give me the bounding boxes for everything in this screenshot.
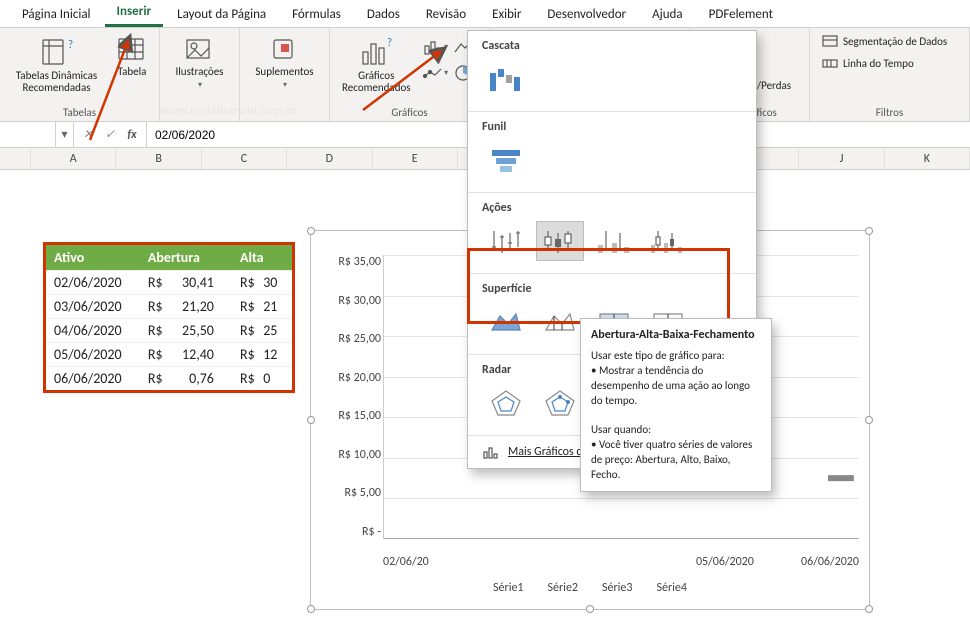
header-abertura: Abertura [140, 245, 232, 271]
table-icon [117, 34, 147, 64]
col-D[interactable]: D [287, 148, 372, 169]
dd-section-cascata: Cascata [468, 31, 756, 59]
group-tabelas-label: Tabelas [8, 104, 151, 119]
timeline-button[interactable]: Linha do Tempo [818, 54, 951, 72]
chart-type-radar-2[interactable] [536, 383, 584, 423]
chart-type-funnel[interactable] [482, 140, 530, 180]
select-all-corner[interactable] [0, 148, 31, 169]
resize-handle[interactable] [307, 416, 315, 424]
tab-revisao[interactable]: Revisão [414, 2, 478, 27]
pivot-recommended-button[interactable]: ? Tabelas Dinâmicas Recomendadas [8, 32, 105, 96]
data-selection-highlight: Ativo Abertura Alta 02/06/2020R$30,41R$ … [43, 242, 295, 393]
fx-icon[interactable]: fx [124, 128, 140, 142]
group-filtros: Segmentação de Dados Linha do Tempo Filt… [810, 28, 970, 121]
tab-inserir[interactable]: Inserir [105, 0, 164, 27]
col-A[interactable]: A [31, 148, 116, 169]
table-row: 06/06/2020R$0,76R$ 0 [46, 367, 292, 391]
tab-desenvolvedor[interactable]: Desenvolvedor [535, 2, 638, 27]
chart-x-axis: 02/06/20 05/06/2020 06/06/2020 [383, 555, 859, 569]
chart-type-stock-ohlc[interactable] [536, 221, 584, 261]
chart-type-radar-1[interactable] [482, 383, 530, 423]
table-label: Tabela [118, 66, 147, 78]
group-graficos: ? Gráficos Recomendados ▾ ▾ ▾ ▾ ▾ ▾ [330, 28, 490, 121]
data-table: Ativo Abertura Alta 02/06/2020R$30,41R$ … [46, 245, 292, 390]
addins-label: Suplementos [255, 66, 313, 78]
charts-recommended-label: Gráficos Recomendados [342, 70, 411, 94]
col-K[interactable]: K [885, 148, 970, 169]
resize-handle[interactable] [865, 605, 873, 613]
name-box-dropdown[interactable]: ▾ [56, 122, 74, 147]
table-button[interactable]: Tabela [113, 32, 151, 80]
illustrations-button[interactable]: Ilustrações ▾ [172, 32, 228, 92]
cancel-formula-icon[interactable]: ✕ [80, 127, 96, 142]
group-ilustracoes: Ilustrações ▾ [160, 28, 240, 121]
group-suplementos: Suplementos ▾ [240, 28, 330, 121]
resize-handle[interactable] [865, 416, 873, 424]
group-graficos-label: Gráficos [338, 104, 481, 119]
svg-text:?: ? [68, 38, 73, 51]
header-ativo: Ativo [46, 245, 140, 271]
svg-text:?: ? [387, 36, 392, 49]
chart-scatter-button[interactable]: ▾ [423, 62, 449, 84]
tab-dados[interactable]: Dados [355, 2, 412, 27]
ribbon-tabs: Página Inicial Inserir Layout da Página … [0, 0, 970, 28]
resize-handle[interactable] [586, 605, 594, 613]
table-row: 03/06/2020R$21,20R$ 21 [46, 295, 292, 319]
tab-ajuda[interactable]: Ajuda [640, 2, 695, 27]
charts-recommended-button[interactable]: ? Gráficos Recomendados [338, 32, 415, 96]
addins-button[interactable]: Suplementos ▾ [251, 32, 317, 92]
charts-recommended-icon: ? [359, 34, 393, 68]
slicer-icon [822, 34, 840, 48]
chart-type-stock-hlc[interactable] [482, 221, 530, 261]
chart-y-axis: R$ 35,00 R$ 30,00 R$ 25,00 R$ 20,00 R$ 1… [321, 255, 381, 539]
resize-handle[interactable] [307, 605, 315, 613]
pivot-recommended-label: Tabelas Dinâmicas Recomendadas [12, 70, 101, 94]
chart-type-stock-vohlc[interactable] [644, 221, 692, 261]
chart-legend: Série1 Série2 Série3 Série4 [321, 581, 859, 595]
group-filtros-label: Filtros [818, 104, 961, 119]
table-row: 04/06/2020R$25,50R$ 25 [46, 319, 292, 343]
chart-type-surface-1[interactable] [482, 302, 530, 342]
tab-formulas[interactable]: Fórmulas [280, 2, 353, 27]
more-charts-icon [482, 444, 500, 460]
tab-exibir[interactable]: Exibir [480, 2, 533, 27]
enter-formula-icon[interactable]: ✓ [102, 127, 118, 142]
col-J[interactable]: J [799, 148, 884, 169]
chart-column-button[interactable]: ▾ [423, 36, 449, 58]
chevron-down-icon: ▾ [283, 80, 287, 90]
slicer-button[interactable]: Segmentação de Dados [818, 32, 951, 50]
chart-type-tooltip: Abertura-Alta-Baixa-Fechamento Usar este… [580, 318, 772, 492]
dd-section-funil: Funil [468, 112, 756, 140]
table-row: 02/06/2020R$30,41R$ 30 [46, 271, 292, 295]
col-E[interactable]: E [373, 148, 458, 169]
chart-type-stock-vhlc[interactable] [590, 221, 638, 261]
illustrations-label: Ilustrações [176, 66, 224, 78]
chart-type-surface-2[interactable] [536, 302, 584, 342]
tab-pdfelement[interactable]: PDFelement [697, 2, 785, 27]
pivot-recommended-icon: ? [40, 34, 74, 68]
dd-section-superficie: Superfície [468, 274, 756, 302]
group-tabelas: ? Tabelas Dinâmicas Recomendadas Tabela … [0, 28, 160, 121]
name-box[interactable] [6, 128, 49, 142]
illustrations-icon [184, 34, 214, 64]
chevron-down-icon: ▾ [198, 80, 202, 90]
tab-layout[interactable]: Layout da Página [165, 2, 278, 27]
chart-type-waterfall[interactable] [482, 59, 530, 99]
resize-handle[interactable] [307, 227, 315, 235]
header-alta: Alta [232, 245, 292, 271]
addins-icon [269, 34, 299, 64]
resize-handle[interactable] [865, 227, 873, 235]
col-C[interactable]: C [202, 148, 287, 169]
timeline-icon [822, 56, 840, 70]
table-row: 05/06/2020R$12,40R$ 12 [46, 343, 292, 367]
dd-section-acoes: Ações [468, 193, 756, 221]
tab-pagina-inicial[interactable]: Página Inicial [10, 2, 103, 27]
col-B[interactable]: B [116, 148, 201, 169]
